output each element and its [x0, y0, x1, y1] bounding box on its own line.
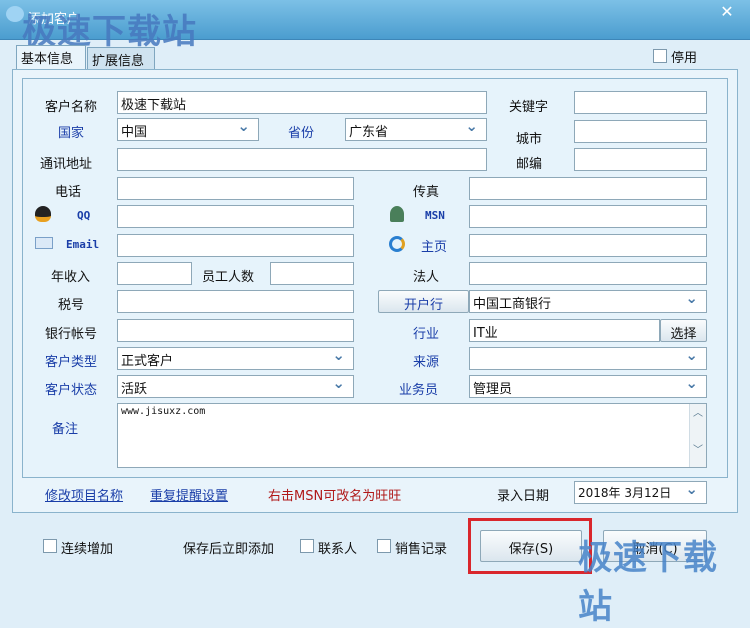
email-label: Email — [66, 238, 100, 251]
watermark: 极速下载站 — [578, 538, 718, 627]
postcode-input[interactable] — [574, 148, 707, 171]
continuous-add-checkbox[interactable] — [43, 539, 57, 553]
customer-status-select[interactable]: 活跃 — [117, 375, 354, 398]
tax-id-label: 税号 — [58, 298, 85, 313]
email-icon — [35, 237, 53, 249]
salesperson-select[interactable]: 管理员 — [469, 375, 707, 398]
industry-input[interactable]: IT业 — [469, 319, 660, 342]
msn-icon — [390, 206, 404, 222]
address-input[interactable] — [117, 148, 487, 171]
bank-button[interactable]: 开户行 — [378, 290, 469, 313]
fax-label: 传真 — [413, 185, 440, 200]
source-select[interactable] — [469, 347, 707, 370]
bank-account-label: 银行帐号 — [45, 327, 98, 342]
bank-account-input[interactable] — [117, 319, 354, 342]
country-select[interactable]: 中国 — [117, 118, 259, 141]
keyword-label: 关键字 — [509, 100, 549, 115]
tab-extended-info[interactable]: 扩展信息 — [87, 47, 155, 69]
legal-person-input[interactable] — [469, 262, 707, 285]
source-label: 来源 — [413, 355, 440, 370]
employees-input[interactable] — [270, 262, 354, 285]
customer-name-label: 客户名称 — [45, 100, 98, 115]
customer-status-label: 客户状态 — [45, 383, 98, 398]
keyword-input[interactable] — [574, 91, 707, 114]
qq-icon — [35, 206, 51, 222]
qq-input[interactable] — [117, 205, 354, 228]
country-label: 国家 — [58, 126, 85, 141]
disabled-checkbox[interactable] — [653, 49, 667, 63]
employees-label: 员工人数 — [202, 270, 255, 285]
industry-label: 行业 — [413, 327, 440, 342]
homepage-label: 主页 — [421, 240, 448, 255]
qq-label: QQ — [77, 209, 91, 222]
phone-input[interactable] — [117, 177, 354, 200]
customer-name-input[interactable]: 极速下载站 — [117, 91, 487, 114]
contacts-checkbox[interactable] — [300, 539, 314, 553]
address-label: 通讯地址 — [40, 157, 93, 172]
ie-icon — [389, 236, 405, 252]
contacts-label: 联系人 — [318, 542, 358, 557]
after-save-label: 保存后立即添加 — [183, 542, 275, 557]
revenue-input[interactable] — [117, 262, 192, 285]
city-input[interactable] — [574, 120, 707, 143]
msn-label: MSN — [425, 209, 445, 222]
phone-label: 电话 — [55, 185, 82, 200]
entry-date-label: 录入日期 — [497, 489, 550, 504]
close-icon[interactable]: ✕ — [712, 2, 742, 22]
bank-select[interactable]: 中国工商银行 — [469, 290, 707, 313]
rename-fields-link[interactable]: 修改项目名称 — [45, 485, 123, 504]
city-label: 城市 — [516, 132, 543, 147]
disabled-label: 停用 — [671, 51, 698, 66]
revenue-label: 年收入 — [51, 270, 91, 285]
postcode-label: 邮编 — [516, 157, 543, 172]
msn-input[interactable] — [469, 205, 707, 228]
remark-label: 备注 — [52, 422, 79, 437]
reminder-settings-link[interactable]: 重复提醒设置 — [150, 485, 228, 504]
entry-date-picker[interactable]: 2018年 3月12日 — [574, 481, 707, 504]
customer-type-label: 客户类型 — [45, 355, 98, 370]
remark-scrollbar[interactable]: ︿ ﹀ — [689, 404, 706, 467]
tax-id-input[interactable] — [117, 290, 354, 313]
email-input[interactable] — [117, 234, 354, 257]
tab-basic-info[interactable]: 基本信息 — [16, 45, 86, 69]
remark-textarea[interactable]: www.jisuxz.com — [117, 403, 707, 468]
province-label: 省份 — [288, 126, 315, 141]
province-select[interactable]: 广东省 — [345, 118, 487, 141]
sales-record-label: 销售记录 — [395, 542, 448, 557]
sales-record-checkbox[interactable] — [377, 539, 391, 553]
msn-hint: 右击MSN可改名为旺旺 — [268, 489, 402, 504]
customer-type-select[interactable]: 正式客户 — [117, 347, 354, 370]
industry-select-button[interactable]: 选择 — [660, 319, 707, 342]
save-button[interactable]: 保存(S) — [480, 530, 582, 562]
salesperson-label: 业务员 — [399, 383, 439, 398]
homepage-input[interactable] — [469, 234, 707, 257]
legal-person-label: 法人 — [413, 270, 440, 285]
continuous-add-label: 连续增加 — [61, 542, 114, 557]
fax-input[interactable] — [469, 177, 707, 200]
